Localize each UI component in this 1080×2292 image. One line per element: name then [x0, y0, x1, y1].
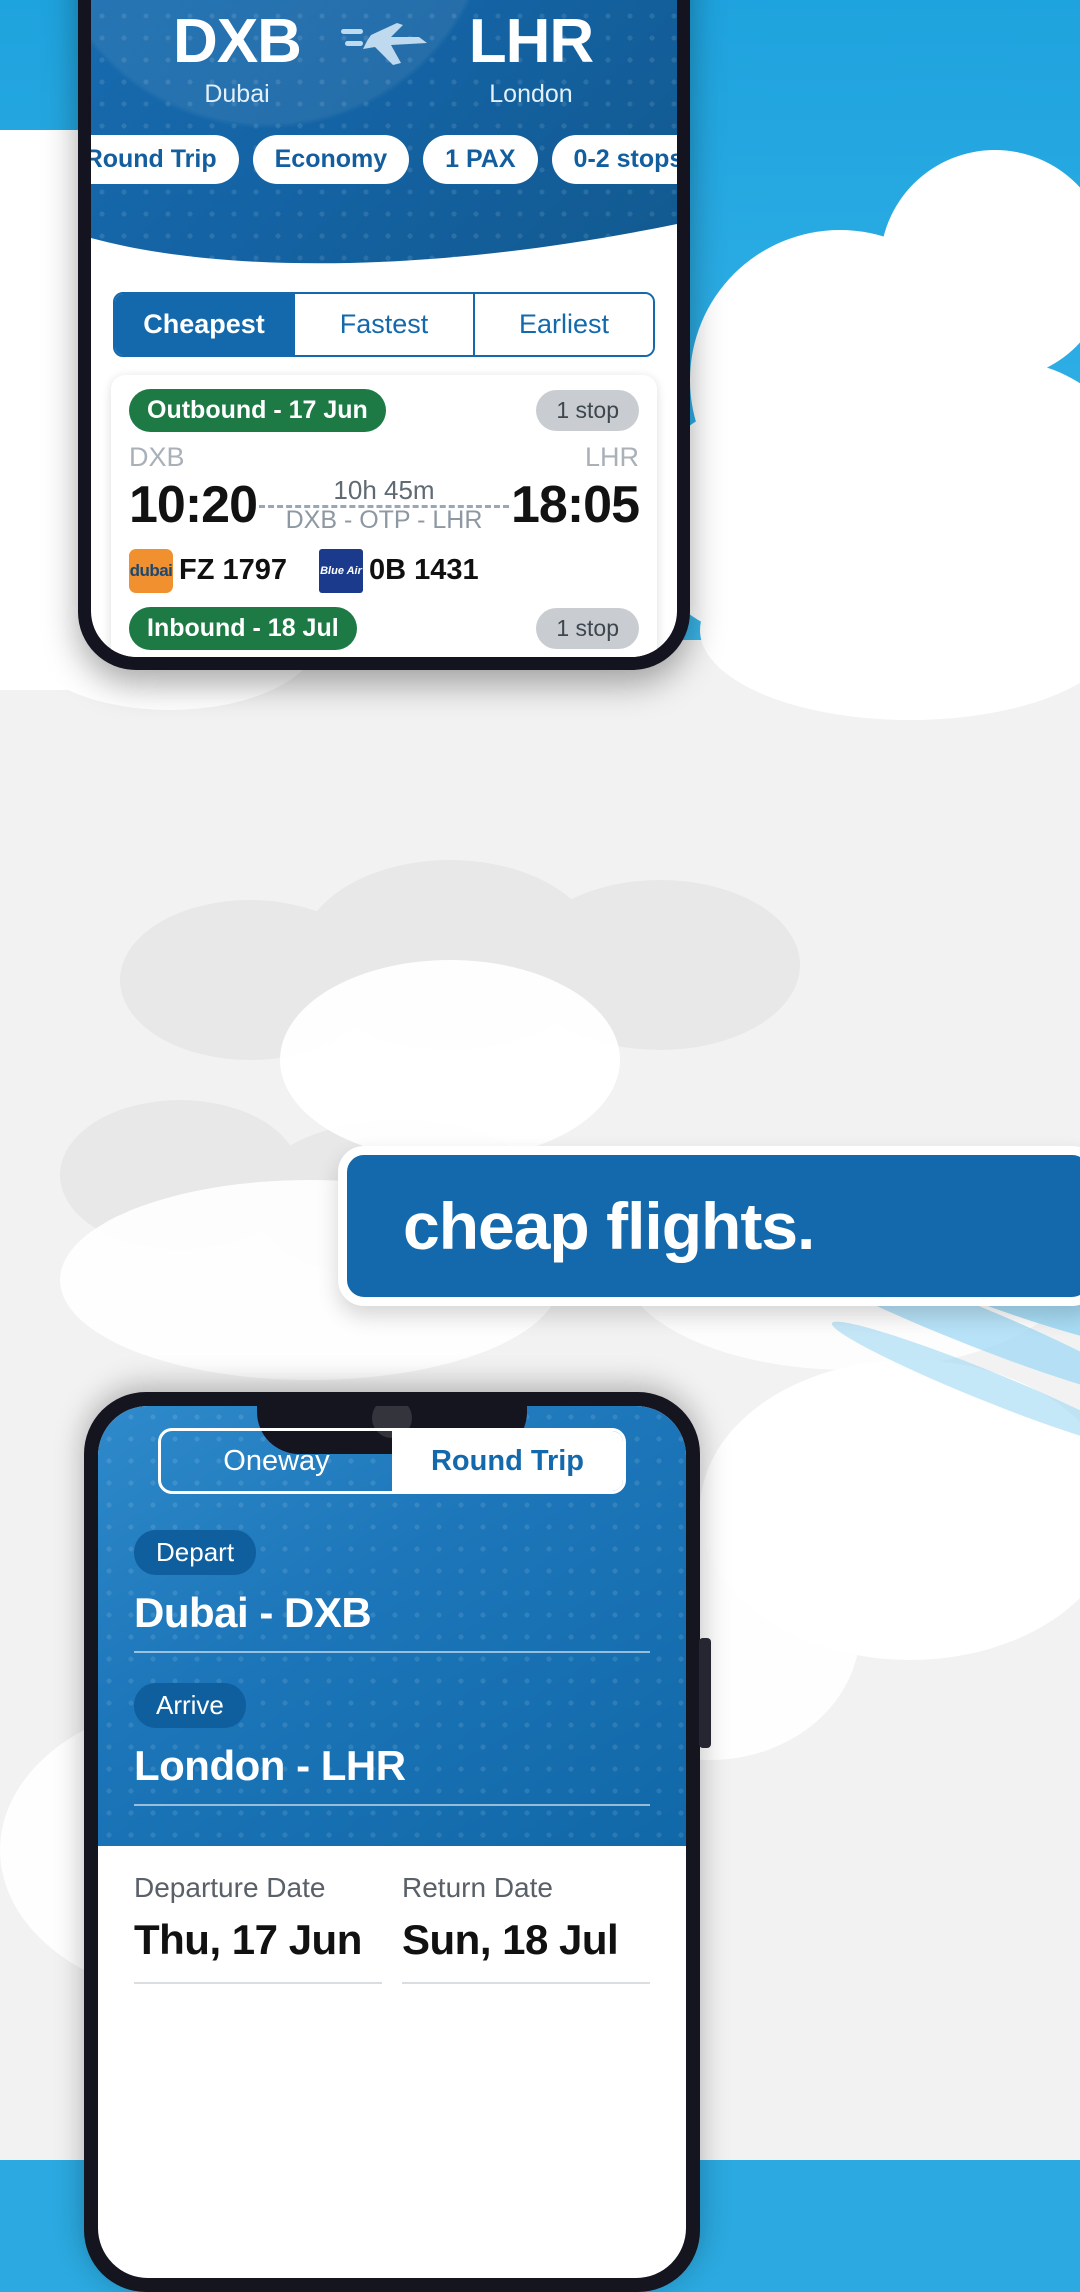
destination-block: LHR London	[431, 7, 631, 109]
origin-city: Dubai	[204, 79, 270, 108]
airline-entry: Blue Air 0B 1431	[319, 548, 479, 593]
arrive-value: London - LHR	[134, 1742, 406, 1789]
leg-stops-badge: 1 stop	[536, 389, 639, 431]
arrive-field[interactable]: Arrive London - LHR	[98, 1683, 686, 1806]
arrive-label: Arrive	[134, 1683, 246, 1728]
phone-side-button	[699, 1638, 711, 1748]
phone-mockup-results: DXB Dubai LHR London Round Trip Economy …	[78, 0, 690, 670]
results-header: DXB Dubai LHR London Round Trip Economy …	[91, 0, 677, 274]
toggle-round-trip[interactable]: Round Trip	[392, 1431, 623, 1491]
route-summary: DXB Dubai LHR London	[91, 7, 677, 109]
sort-tabs: Cheapest Fastest Earliest	[113, 291, 655, 357]
chip-passengers[interactable]: 1 PAX	[423, 134, 538, 184]
departure-date-label: Departure Date	[134, 1872, 326, 1903]
leg-header: Inbound - 18 Jul 1 stop	[129, 606, 639, 650]
destination-city: London	[489, 79, 573, 108]
header-wave-divider	[91, 204, 677, 274]
leg-to-code: LHR	[584, 441, 639, 472]
tab-fastest[interactable]: Fastest	[293, 293, 473, 355]
flydubai-logo-icon: dubai	[129, 548, 173, 593]
airline-entry: dubai FZ 1797	[129, 548, 287, 593]
depart-value: Dubai - DXB	[134, 1589, 372, 1636]
flight-number: FZ 1797	[179, 554, 287, 587]
flight-result-card[interactable]: Outbound - 17 Jun 1 stop DXB LHR 10:20 1…	[111, 374, 657, 657]
leg-times: 10:20 10h 45m DXB - OTP - LHR 18:05	[129, 475, 640, 535]
search-screen: Oneway Round Trip Depart Dubai - DXB Arr…	[98, 1406, 686, 2278]
leg-airlines: dubai FZ 1797 Blue Air 0B 1431	[129, 548, 639, 593]
departure-date-field[interactable]: Departure Date Thu, 17 Jun	[134, 1872, 382, 1984]
chip-trip-type[interactable]: Round Trip	[91, 134, 239, 184]
depart-label: Depart	[134, 1530, 257, 1575]
leg-duration-block: 10h 45m DXB - OTP - LHR	[257, 475, 511, 535]
field-underline	[134, 1804, 650, 1806]
origin-code: DXB	[173, 7, 302, 76]
return-date-value: Sun, 18 Jul	[402, 1916, 619, 1963]
return-date-label: Return Date	[402, 1872, 553, 1903]
tab-earliest[interactable]: Earliest	[473, 293, 653, 355]
leg-depart-time: 10:20	[129, 475, 258, 534]
flight-leg-inbound: Inbound - 18 Jul 1 stop LHR DXB 20:25 22…	[129, 606, 639, 657]
field-underline	[134, 1651, 650, 1653]
field-underline	[134, 1982, 382, 1984]
destination-code: LHR	[468, 7, 594, 76]
departure-date-value: Thu, 17 Jun	[134, 1916, 362, 1963]
leg-from-code: DXB	[129, 441, 185, 472]
leg-header: Outbound - 17 Jun 1 stop	[129, 388, 639, 432]
leg-duration: 10h 45m	[333, 474, 435, 505]
depart-field[interactable]: Depart Dubai - DXB	[98, 1530, 686, 1653]
results-screen: DXB Dubai LHR London Round Trip Economy …	[91, 0, 677, 657]
tagline-banner: cheap flights.	[338, 1146, 1080, 1306]
tagline-text: cheap flights.	[403, 1189, 815, 1263]
date-fields: Departure Date Thu, 17 Jun Return Date S…	[98, 1846, 686, 1984]
cloud-shape	[280, 960, 620, 1160]
airplane-icon	[341, 13, 427, 76]
leg-date-badge: Outbound - 17 Jun	[129, 388, 386, 432]
field-underline	[402, 1982, 650, 1984]
flight-leg-outbound: Outbound - 17 Jun 1 stop DXB LHR 10:20 1…	[129, 388, 640, 593]
leg-stops-badge: 1 stop	[536, 607, 639, 649]
trip-type-toggle: Oneway Round Trip	[158, 1428, 626, 1494]
origin-block: DXB Dubai	[137, 7, 337, 109]
flight-number: 0B 1431	[369, 554, 479, 587]
blueair-logo-icon: Blue Air	[319, 548, 363, 593]
search-hero: Oneway Round Trip Depart Dubai - DXB Arr…	[98, 1406, 686, 1846]
leg-airports: DXB LHR	[129, 442, 639, 473]
return-date-field[interactable]: Return Date Sun, 18 Jul	[402, 1872, 650, 1984]
filter-chips: Round Trip Economy 1 PAX 0-2 stops	[91, 109, 677, 184]
tab-cheapest[interactable]: Cheapest	[115, 293, 293, 355]
chip-stops[interactable]: 0-2 stops	[551, 134, 677, 184]
phone-mockup-search: Oneway Round Trip Depart Dubai - DXB Arr…	[84, 1392, 711, 2292]
chip-cabin-class[interactable]: Economy	[252, 134, 410, 184]
leg-route-path: DXB - OTP - LHR	[285, 505, 483, 534]
leg-arrive-time: 18:05	[511, 475, 640, 534]
toggle-oneway[interactable]: Oneway	[161, 1431, 392, 1491]
leg-date-badge: Inbound - 18 Jul	[129, 606, 357, 650]
